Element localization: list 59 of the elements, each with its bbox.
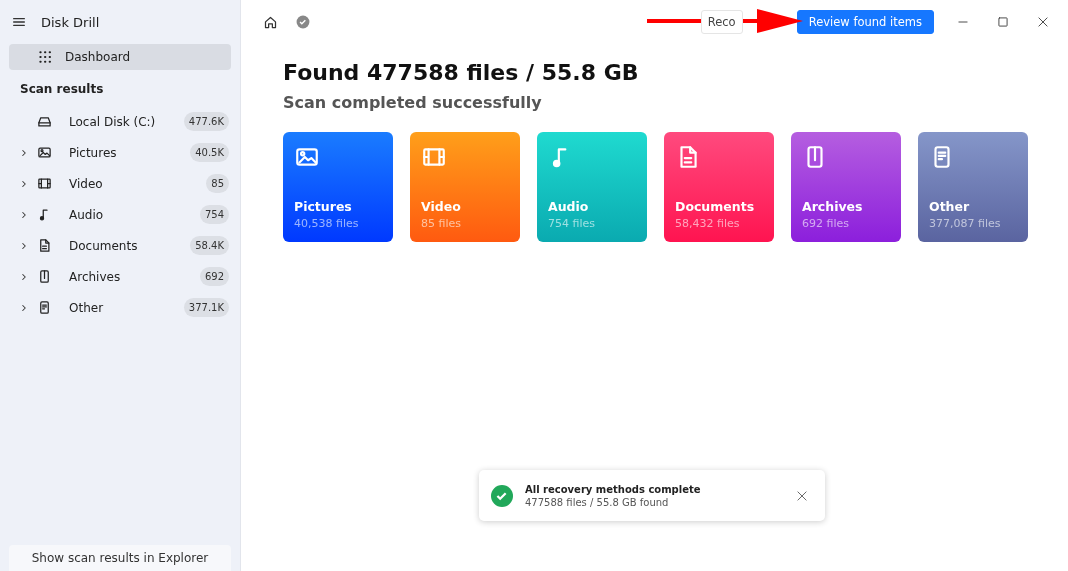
card-title: Video: [421, 199, 462, 214]
count-badge: 692: [199, 267, 229, 286]
chevron-right-icon: [19, 209, 29, 220]
chevron-right-icon: [19, 147, 29, 158]
review-button[interactable]: Review found items: [796, 10, 934, 34]
result-label[interactable]: Video: [69, 176, 207, 191]
image-icon: [37, 145, 52, 160]
card-count: 692 files: [802, 217, 850, 230]
toast-title: All recovery methods complete: [525, 483, 702, 495]
chevron-right-icon: [19, 240, 29, 251]
card-title: Documents: [675, 199, 756, 214]
close-icon: [795, 488, 809, 503]
chevron-right-icon: [19, 178, 29, 189]
card-title: Archives: [802, 199, 864, 214]
count-badge: 754: [199, 205, 229, 224]
count-badge: 477.6K: [183, 112, 229, 131]
result-label[interactable]: Other: [69, 300, 184, 315]
category-card[interactable]: Archives 692 files: [791, 132, 901, 242]
count-badge: 377.1K: [183, 298, 229, 317]
result-label[interactable]: Archives: [69, 269, 200, 284]
home-icon: [263, 14, 278, 30]
close-icon: [1036, 15, 1050, 29]
count-badge: 58.4K: [190, 236, 229, 255]
category-card[interactable]: Other 377,087 files: [918, 132, 1028, 242]
card-count: 85 files: [421, 217, 462, 230]
result-label[interactable]: Local Disk (C:): [69, 114, 184, 129]
found-heading: Found 477588 files / 55.8 GB: [283, 60, 640, 85]
category-card[interactable]: Documents 58,432 files: [664, 132, 774, 242]
drive-icon: [37, 114, 52, 129]
card-count: 40,538 files: [294, 217, 360, 230]
app-title: Disk Drill: [41, 14, 100, 30]
card-title: Other: [929, 199, 971, 214]
card-count: 754 files: [548, 217, 596, 230]
chevron-right-icon: [19, 302, 29, 313]
chevron-right-icon: [19, 271, 29, 282]
result-label[interactable]: Audio: [69, 207, 200, 222]
maximize-icon: [996, 15, 1010, 29]
document-icon: [37, 238, 52, 253]
card-count: 58,432 files: [675, 217, 741, 230]
zip-file-icon: [37, 269, 52, 284]
result-label[interactable]: Pictures: [69, 145, 191, 160]
recover-button[interactable]: Reco: [700, 10, 743, 34]
count-badge: 85: [206, 174, 229, 193]
dashboard-item[interactable]: Dashboard: [9, 44, 231, 70]
show-in-explorer-button[interactable]: Show scan results in Explorer: [9, 545, 231, 571]
toast-message: 477588 files / 55.8 GB found: [525, 496, 670, 508]
count-badge: 40.5K: [190, 143, 229, 162]
film-icon: [37, 176, 52, 191]
card-title: Audio: [548, 199, 590, 214]
result-label[interactable]: Documents: [69, 238, 191, 253]
success-icon: [491, 484, 513, 507]
card-title: Pictures: [294, 199, 353, 214]
status-subheading: Scan completed successfully: [283, 93, 543, 112]
section-title: Scan results: [19, 81, 105, 98]
file-icon: [37, 300, 52, 315]
check-circle-icon: [296, 15, 310, 29]
card-count: 377,087 files: [929, 217, 1002, 230]
grid-icon: [37, 49, 53, 65]
category-card[interactable]: Pictures 40,538 files: [283, 132, 393, 242]
